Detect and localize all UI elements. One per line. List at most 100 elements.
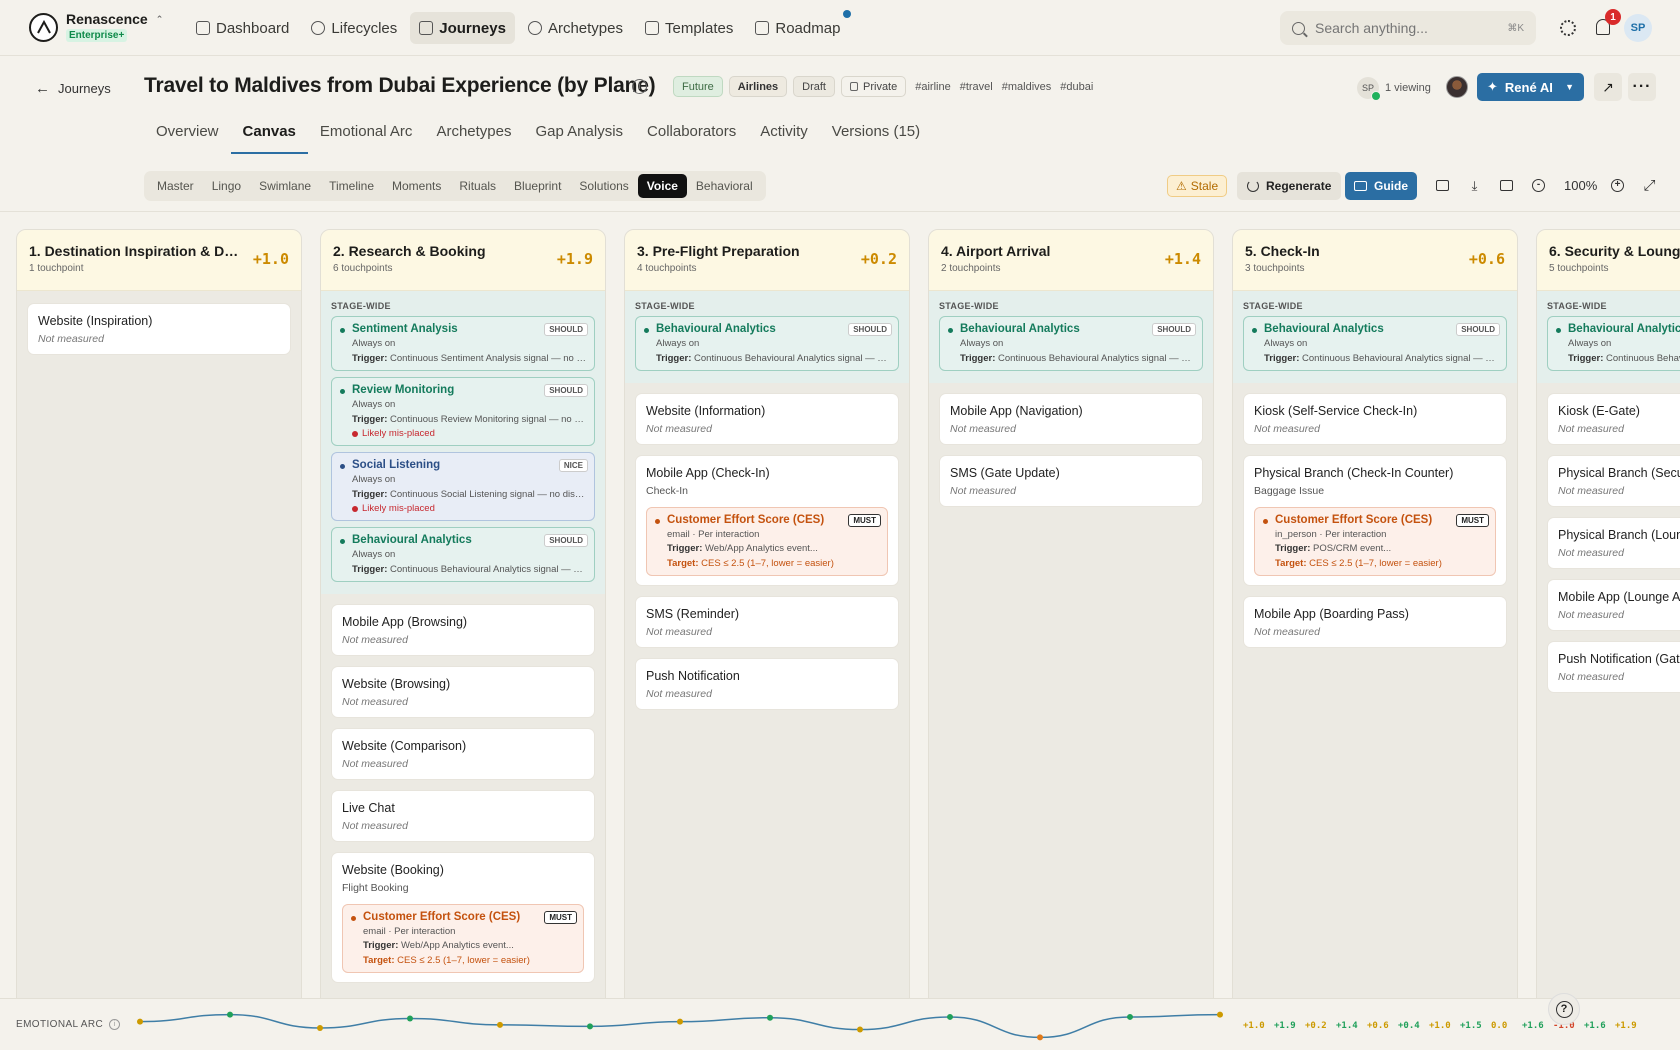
view-solutions[interactable]: Solutions [570, 174, 637, 198]
stage-column[interactable]: 3. Pre-Flight Preparation 4 touchpoints +0… [624, 229, 910, 998]
nav-item-templates[interactable]: Templates [636, 12, 742, 44]
view-lingo[interactable]: Lingo [203, 174, 250, 198]
touchpoint-card[interactable]: Physical Branch (Check-In Counter) Baggag… [1243, 455, 1507, 586]
arc-point[interactable] [137, 1018, 143, 1025]
touchpoint-card[interactable]: Live Chat Not measured [331, 790, 595, 842]
stage-header[interactable]: 1. Destination Inspiration & Discovery 1 … [17, 230, 301, 291]
arc-point[interactable] [407, 1015, 413, 1022]
view-moments[interactable]: Moments [383, 174, 450, 198]
view-master[interactable]: Master [148, 174, 203, 198]
visibility-chip[interactable]: Private [841, 76, 907, 97]
tab-versions-15[interactable]: Versions (15) [820, 116, 932, 154]
nav-item-dashboard[interactable]: Dashboard [187, 12, 298, 44]
stage-header[interactable]: 2. Research & Booking 6 touchpoints +1.9 [321, 230, 605, 291]
present-icon[interactable] [1435, 178, 1450, 193]
zoom-out-icon[interactable]: - [1531, 178, 1546, 193]
regenerate-button[interactable]: Regenerate [1237, 172, 1342, 200]
info-icon[interactable]: i [109, 1019, 121, 1030]
arc-point[interactable] [317, 1024, 323, 1031]
guide-button[interactable]: Guide [1345, 172, 1417, 200]
arc-point[interactable] [497, 1021, 503, 1028]
global-search[interactable]: ⌘K [1280, 11, 1536, 45]
touchpoint-card[interactable]: Mobile App (Boarding Pass) Not measured [1243, 596, 1507, 648]
nav-item-lifecycles[interactable]: Lifecycles [302, 12, 406, 44]
touchpoint-card[interactable]: Mobile App (Navigation) Not measured [939, 393, 1203, 445]
arc-point[interactable] [857, 1026, 863, 1033]
touchpoint-card[interactable]: Website (Booking) Flight Booking Customer … [331, 852, 595, 983]
stage-header[interactable]: 4. Airport Arrival 2 touchpoints +1.4 [929, 230, 1213, 291]
view-behavioral[interactable]: Behavioral [687, 174, 762, 198]
metric-card[interactable]: Customer Effort Score (CES) MUST email · P… [646, 507, 888, 576]
tab-emotional-arc[interactable]: Emotional Arc [308, 116, 425, 154]
brand-switcher[interactable]: Renascence ⌃ Enterprise+ [29, 11, 163, 43]
tab-archetypes[interactable]: Archetypes [424, 116, 523, 154]
tab-canvas[interactable]: Canvas [230, 116, 308, 154]
user-avatar[interactable]: SP [1624, 14, 1652, 42]
touchpoint-card[interactable]: Push Notification (Gate) Not measured [1547, 641, 1680, 693]
arc-point[interactable] [1127, 1013, 1133, 1020]
arc-point[interactable] [767, 1014, 773, 1021]
touchpoint-card[interactable]: Website (Information) Not measured [635, 393, 899, 445]
view-voice[interactable]: Voice [637, 174, 687, 198]
stage-column[interactable]: 2. Research & Booking 6 touchpoints +1.9 ST… [320, 229, 606, 998]
arc-point[interactable] [227, 1011, 233, 1018]
stage-header[interactable]: 5. Check-In 3 touchpoints +0.6 [1233, 230, 1517, 291]
arc-point[interactable] [1037, 1034, 1043, 1041]
signal-card[interactable]: Review Monitoring SHOULD Always on Trigger:… [331, 377, 595, 446]
more-options-button[interactable]: ··· [1628, 73, 1656, 101]
stage-column[interactable]: 1. Destination Inspiration & Discovery 1 … [16, 229, 302, 998]
arc-point[interactable] [947, 1013, 953, 1020]
download-icon[interactable]: ⤓ [1467, 178, 1482, 193]
tab-activity[interactable]: Activity [748, 116, 820, 154]
search-input[interactable] [1315, 20, 1490, 36]
arc-point[interactable] [677, 1018, 683, 1025]
signal-card[interactable]: Social Listening NICE Always on Trigger: Co… [331, 452, 595, 521]
open-external-button[interactable]: ↗ [1594, 73, 1622, 101]
metric-card[interactable]: Customer Effort Score (CES) MUST email · P… [342, 904, 584, 973]
fullscreen-icon[interactable]: ⤢ [1642, 177, 1657, 194]
industry-chip[interactable]: Airlines [728, 76, 788, 97]
touchpoint-card[interactable]: Kiosk (Self-Service Check-In) Not measure… [1243, 393, 1507, 445]
touchpoint-card[interactable]: Website (Browsing) Not measured [331, 666, 595, 718]
zoom-in-icon[interactable]: + [1610, 178, 1625, 193]
nav-item-journeys[interactable]: Journeys [410, 12, 515, 44]
touchpoint-card[interactable]: Website (Comparison) Not measured [331, 728, 595, 780]
touchpoint-card[interactable]: Physical Branch (Lounge) Not measured [1547, 517, 1680, 569]
touchpoint-card[interactable]: SMS (Reminder) Not measured [635, 596, 899, 648]
status-chip-future[interactable]: Future [673, 76, 723, 97]
signal-card[interactable]: Behavioural AnalyticsSHOULDAlways onTrig… [331, 527, 595, 582]
view-swimlane[interactable]: Swimlane [250, 174, 320, 198]
tag[interactable]: #maldives [1002, 81, 1052, 93]
touchpoint-card[interactable]: Push Notification Not measured [635, 658, 899, 710]
presence-indicator[interactable]: SP 1 viewing [1357, 77, 1431, 101]
view-timeline[interactable]: Timeline [320, 174, 383, 198]
collaborator-avatar[interactable] [1446, 76, 1468, 98]
tag[interactable]: #dubai [1060, 81, 1093, 93]
stage-column[interactable]: 5. Check-In 3 touchpoints +0.6 STAGE-WIDE Be… [1232, 229, 1518, 998]
comment-icon[interactable] [1499, 178, 1514, 193]
signal-card[interactable]: Behavioural AnalyticsSHOULDAlways onTrig… [939, 316, 1203, 371]
touchpoint-card[interactable]: Physical Branch (Security) Not measured [1547, 455, 1680, 507]
rene-ai-button[interactable]: ✦ René AI ▼ [1477, 73, 1584, 101]
stage-header[interactable]: 6. Security & Lounge 5 touchpoints [1537, 230, 1680, 291]
touchpoint-card[interactable]: Mobile App (Lounge Access) Not measured [1547, 579, 1680, 631]
signal-card[interactable]: Behavioural AnalyticsSHOULDAlways onTrig… [635, 316, 899, 371]
arc-point[interactable] [1217, 1011, 1223, 1018]
tab-overview[interactable]: Overview [144, 116, 231, 154]
signal-card[interactable]: Sentiment Analysis SHOULD Always on Trigger… [331, 316, 595, 371]
touchpoint-card[interactable]: Kiosk (E-Gate) Not measured [1547, 393, 1680, 445]
tab-collaborators[interactable]: Collaborators [635, 116, 748, 154]
signal-card[interactable]: Behavioural AnalyticsSHOULDAlways onTrig… [1547, 316, 1680, 371]
touchpoint-card[interactable]: SMS (Gate Update) Not measured [939, 455, 1203, 507]
info-icon[interactable]: i [632, 79, 647, 94]
nav-item-archetypes[interactable]: Archetypes [519, 12, 632, 44]
touchpoint-card[interactable]: Website (Inspiration) Not measured [27, 303, 291, 355]
back-to-journeys-link[interactable]: ← Journeys [35, 80, 111, 97]
view-blueprint[interactable]: Blueprint [505, 174, 570, 198]
metric-card[interactable]: Customer Effort Score (CES) MUST in_person… [1254, 507, 1496, 576]
stage-column[interactable]: 4. Airport Arrival 2 touchpoints +1.4 STAGE… [928, 229, 1214, 998]
tag[interactable]: #travel [960, 81, 993, 93]
touchpoint-card[interactable]: Mobile App (Check-In) Check-In Customer Ef… [635, 455, 899, 586]
touchpoint-card[interactable]: Mobile App (Browsing) Not measured [331, 604, 595, 656]
stage-header[interactable]: 3. Pre-Flight Preparation 4 touchpoints +0… [625, 230, 909, 291]
